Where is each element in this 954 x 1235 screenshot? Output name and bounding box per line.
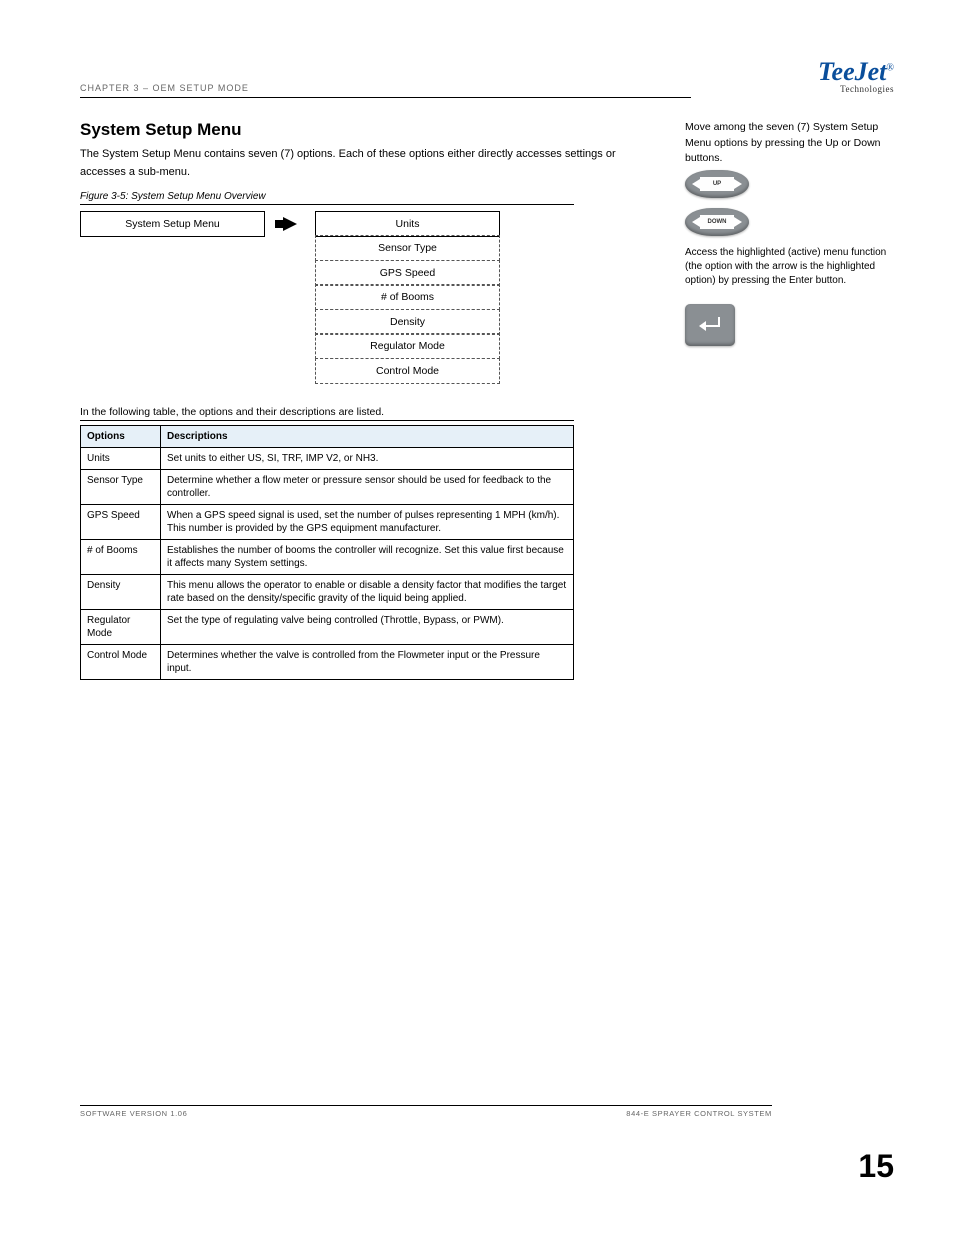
table-row: Sensor TypeDetermine whether a flow mete… — [81, 469, 574, 504]
table-row: UnitsSet units to either US, SI, TRF, IM… — [81, 447, 574, 469]
th-desc: Descriptions — [161, 425, 574, 447]
table-row: Control ModeDetermines whether the valve… — [81, 644, 574, 679]
menu-item-box: # of Booms — [315, 284, 500, 310]
footer-left: SOFTWARE VERSION 1.06 — [80, 1109, 626, 1118]
menu-item-box: Control Mode — [315, 358, 500, 384]
intro-text: The System Setup Menu contains seven (7)… — [80, 146, 661, 180]
menu-item-box: GPS Speed — [315, 260, 500, 286]
options-table: Options Descriptions UnitsSet units to e… — [80, 425, 574, 680]
menu-item-box: Density — [315, 309, 500, 335]
page-footer: SOFTWARE VERSION 1.06 844-E SPRAYER CONT… — [80, 1105, 894, 1185]
enter-button-icon — [685, 304, 735, 346]
figure-caption: Figure 3-5: System Setup Menu Overview — [80, 191, 574, 205]
section-title: System Setup Menu — [80, 120, 661, 140]
page-number: 15 — [80, 1148, 894, 1185]
down-button-icon: DOWN — [685, 208, 749, 236]
table-row: # of BoomsEstablishes the number of boom… — [81, 539, 574, 574]
chapter-label: CHAPTER 3 – OEM SETUP MODE — [80, 83, 249, 93]
table-row: Regulator ModeSet the type of regulating… — [81, 609, 574, 644]
header-rule — [80, 97, 691, 98]
menu-item-box: Sensor Type — [315, 235, 500, 261]
sidebar-access-text: Access the highlighted (active) menu fun… — [685, 246, 894, 288]
th-options: Options — [81, 425, 161, 447]
sidebar-move-text: Move among the seven (7) System Setup Me… — [685, 120, 894, 166]
up-button-icon: UP — [685, 170, 749, 198]
menu-diagram: System Setup Menu Units Sensor Type GPS … — [80, 211, 661, 384]
table-row: GPS SpeedWhen a GPS speed signal is used… — [81, 504, 574, 539]
table-caption: In the following table, the options and … — [80, 406, 574, 421]
menu-item-box: Units — [315, 211, 500, 237]
brand-logo: TeeJet® Technologies — [818, 60, 894, 93]
menu-root-box: System Setup Menu — [80, 211, 265, 237]
menu-item-box: Regulator Mode — [315, 333, 500, 359]
arrow-right-icon — [283, 217, 297, 231]
footer-right: 844-E SPRAYER CONTROL SYSTEM — [626, 1109, 772, 1118]
table-row: DensityThis menu allows the operator to … — [81, 574, 574, 609]
